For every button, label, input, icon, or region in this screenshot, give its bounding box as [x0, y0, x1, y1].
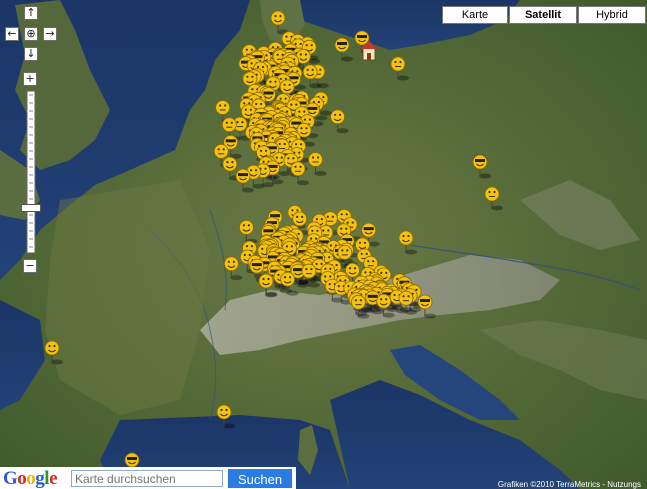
smiley-pin-icon[interactable]: [472, 154, 491, 179]
smiley-pin-icon[interactable]: [308, 152, 327, 177]
smiley-pin-icon[interactable]: [330, 109, 349, 134]
search-button[interactable]: Suchen: [228, 469, 292, 488]
map-canvas[interactable]: ↑ ← ⊕ → ↓ + − Karte Satellit Hybrid Goog…: [0, 0, 647, 489]
smiley-pin-icon[interactable]: [334, 37, 353, 62]
pan-center-button[interactable]: ⊕: [24, 27, 38, 41]
pan-right-button[interactable]: →: [43, 27, 57, 41]
smiley-pin-icon[interactable]: [44, 340, 63, 365]
smiley-pin-icon[interactable]: [398, 230, 417, 255]
marker-layer: [44, 10, 503, 477]
smiley-pin-icon[interactable]: [290, 161, 309, 186]
pan-left-button[interactable]: ←: [5, 27, 19, 41]
smiley-pin-icon[interactable]: [223, 256, 243, 281]
map-type-satellit-button[interactable]: Satellit: [509, 6, 577, 24]
map-type-switcher: Karte Satellit Hybrid: [441, 6, 646, 24]
zoom-out-button[interactable]: −: [23, 259, 37, 273]
pan-up-button[interactable]: ↑: [24, 6, 38, 20]
zoom-slider-track[interactable]: [25, 91, 37, 253]
smiley-pin-icon[interactable]: [270, 10, 289, 35]
smiley-pin-icon[interactable]: [216, 404, 235, 429]
zoom-in-button[interactable]: +: [23, 72, 37, 86]
house-icon[interactable]: [360, 40, 378, 62]
copyright-notice: Grafiken ©2010 TerraMetrics - Nutzungs: [497, 480, 641, 489]
smiley-pin-icon[interactable]: [390, 56, 409, 81]
map-type-karte-button[interactable]: Karte: [442, 6, 508, 24]
smiley-pin-icon[interactable]: [417, 294, 436, 319]
map-type-hybrid-button[interactable]: Hybrid: [578, 6, 646, 24]
smiley-pin-icon[interactable]: [484, 186, 503, 211]
google-logo: Google: [3, 468, 57, 489]
smiley-pin-icon[interactable]: [238, 219, 258, 244]
zoom-slider-thumb[interactable]: [21, 203, 41, 212]
map-search-input[interactable]: [71, 470, 223, 487]
map-search-bar: Google Suchen: [0, 467, 296, 489]
pan-down-button[interactable]: ↓: [24, 47, 38, 61]
